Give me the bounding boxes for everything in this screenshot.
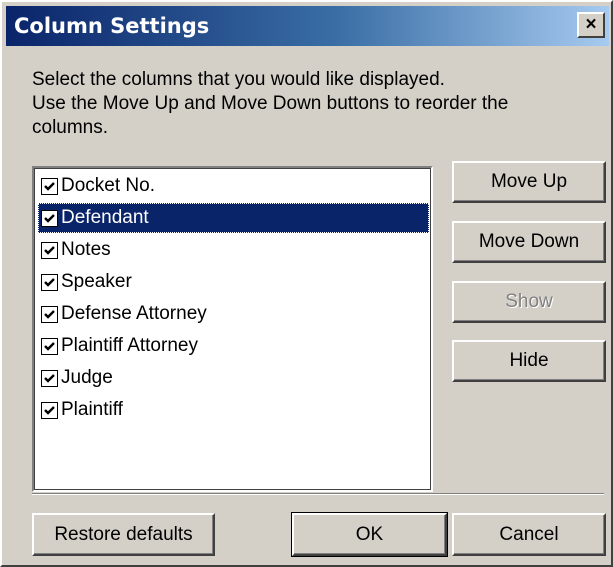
column-list-item[interactable]: Speaker bbox=[38, 267, 429, 297]
checkmark-icon bbox=[44, 181, 55, 191]
column-checkbox[interactable] bbox=[41, 209, 58, 227]
column-checkbox[interactable] bbox=[41, 177, 58, 195]
show-button[interactable]: Show bbox=[452, 281, 606, 323]
close-icon: × bbox=[585, 14, 597, 35]
column-checkbox[interactable] bbox=[41, 401, 58, 419]
checkmark-icon bbox=[44, 405, 55, 415]
instructions-line-1: Select the columns that you would like d… bbox=[32, 69, 445, 90]
column-label: Speaker bbox=[61, 271, 132, 292]
window-title: Column Settings bbox=[14, 14, 210, 38]
checkmark-icon bbox=[44, 245, 55, 255]
checkmark-icon bbox=[44, 341, 55, 351]
column-label: Plaintiff bbox=[61, 399, 123, 420]
instructions-text: Select the columns that you would like d… bbox=[32, 68, 592, 140]
column-label: Docket No. bbox=[61, 175, 155, 196]
column-list-item[interactable]: Judge bbox=[38, 363, 429, 393]
column-list-item[interactable]: Notes bbox=[38, 235, 429, 265]
column-checkbox[interactable] bbox=[41, 241, 58, 259]
instructions-line-3: columns. bbox=[32, 117, 109, 138]
hide-button[interactable]: Hide bbox=[452, 340, 606, 382]
column-label: Plaintiff Attorney bbox=[61, 335, 198, 356]
columns-listbox[interactable]: Docket No. Defendant Notes Speaker Defense A… bbox=[32, 166, 433, 492]
column-label: Defense Attorney bbox=[61, 303, 207, 324]
column-list-item[interactable]: Plaintiff Attorney bbox=[38, 331, 429, 361]
column-list-item[interactable]: Defense Attorney bbox=[38, 299, 429, 329]
checkmark-icon bbox=[44, 309, 55, 319]
move-down-button[interactable]: Move Down bbox=[452, 221, 606, 263]
column-list-item[interactable]: Docket No. bbox=[38, 171, 429, 201]
checkmark-icon bbox=[44, 213, 55, 223]
footer-separator bbox=[32, 493, 604, 495]
column-checkbox[interactable] bbox=[41, 369, 58, 387]
close-button[interactable]: × bbox=[577, 12, 605, 38]
column-list-item[interactable]: Plaintiff bbox=[38, 395, 429, 425]
column-label: Defendant bbox=[61, 207, 149, 228]
column-label: Judge bbox=[61, 367, 113, 388]
title-bar[interactable]: Column Settings × bbox=[6, 6, 609, 46]
checkmark-icon bbox=[44, 277, 55, 287]
column-list-item[interactable]: Defendant bbox=[38, 203, 429, 233]
move-up-button[interactable]: Move Up bbox=[452, 161, 606, 203]
cancel-button[interactable]: Cancel bbox=[452, 513, 606, 556]
column-checkbox[interactable] bbox=[41, 305, 58, 323]
column-label: Notes bbox=[61, 239, 111, 260]
checkmark-icon bbox=[44, 373, 55, 383]
column-settings-dialog: Column Settings × Select the columns tha… bbox=[0, 0, 613, 567]
column-checkbox[interactable] bbox=[41, 337, 58, 355]
restore-defaults-button[interactable]: Restore defaults bbox=[32, 513, 215, 556]
instructions-line-2: Use the Move Up and Move Down buttons to… bbox=[32, 93, 509, 114]
column-checkbox[interactable] bbox=[41, 273, 58, 291]
ok-button[interactable]: OK bbox=[291, 512, 448, 557]
